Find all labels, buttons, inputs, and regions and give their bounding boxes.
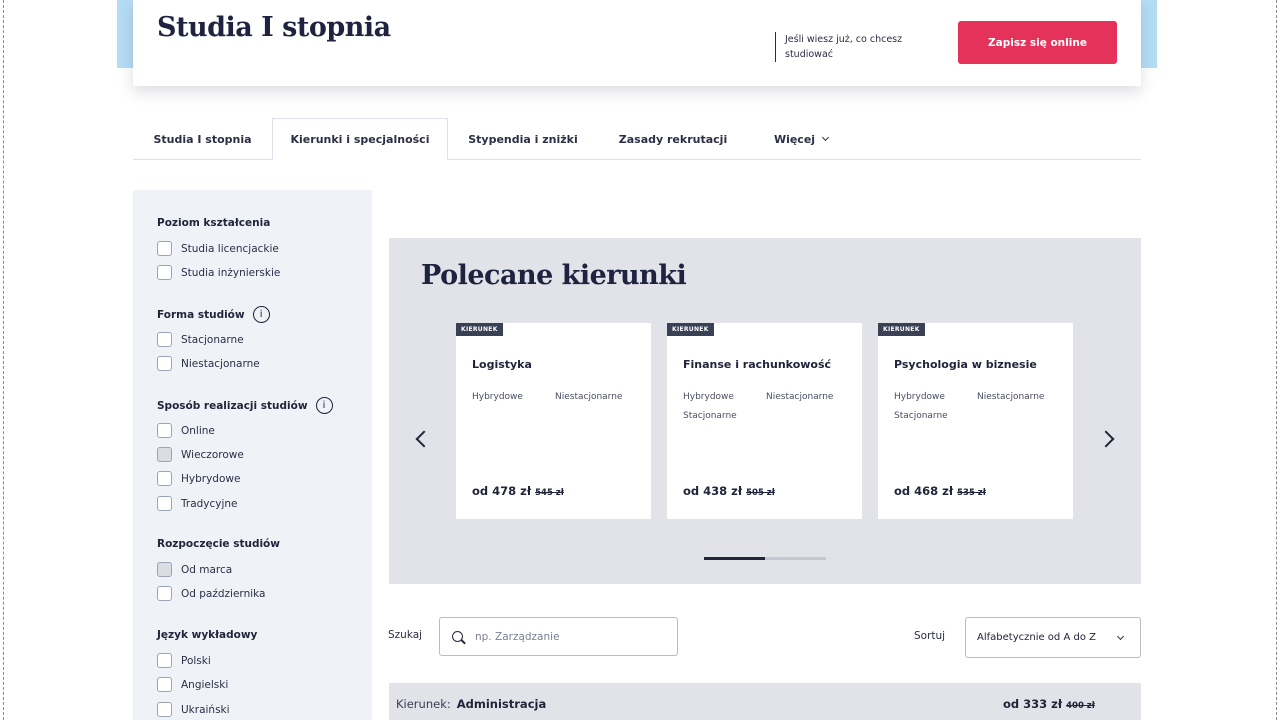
card-tag: Hybrydowe xyxy=(683,392,734,402)
signup-online-button[interactable]: Zapisz się online xyxy=(958,21,1117,64)
checkbox[interactable] xyxy=(157,447,172,462)
checkbox[interactable] xyxy=(157,702,172,717)
row-label: Kierunek: xyxy=(396,697,451,711)
carousel-progress-fill xyxy=(704,557,765,560)
filter-heading-language: Język wykładowy xyxy=(157,629,258,641)
tab-kierunki-i-specjalnosci[interactable]: Kierunki i specjalności xyxy=(272,118,448,160)
card-price: od 468 zł 535 zł xyxy=(894,484,986,498)
card-badge: KIERUNEK xyxy=(878,323,925,336)
filter-option-od-marca[interactable]: Od marca xyxy=(157,562,232,577)
filter-heading-start: Rozpoczęcie studiów xyxy=(157,538,280,550)
sort-label: Sortuj xyxy=(914,630,946,642)
filter-option-tradycyjne[interactable]: Tradycyjne xyxy=(157,496,238,511)
checkbox[interactable] xyxy=(157,653,172,668)
row-course-name: Administracja xyxy=(456,697,547,711)
checkbox[interactable] xyxy=(157,265,172,280)
filter-option-niestacjonarne[interactable]: Niestacjonarne xyxy=(157,356,260,371)
featured-title: Polecane kierunki xyxy=(421,260,687,291)
filter-option-polski[interactable]: Polski xyxy=(157,653,211,668)
filter-option-ukrainski[interactable]: Ukraiński xyxy=(157,702,230,717)
filter-heading-level: Poziom kształcenia xyxy=(157,217,271,229)
checkbox[interactable] xyxy=(157,496,172,511)
card-old-price: 535 zł xyxy=(957,488,986,498)
info-icon[interactable]: i xyxy=(252,306,270,323)
checkbox[interactable] xyxy=(157,241,172,256)
card-tag: Niestacjonarne xyxy=(977,392,1045,402)
card-tag: Stacjonarne xyxy=(683,411,737,421)
search-field[interactable] xyxy=(439,617,678,656)
filter-option-wieczorowe[interactable]: Wieczorowe xyxy=(157,447,244,462)
checkbox[interactable] xyxy=(157,677,172,692)
chevron-down-icon xyxy=(822,133,830,141)
chevron-down-icon xyxy=(1116,632,1125,641)
card-price: od 438 zł 505 zł xyxy=(683,484,775,498)
info-icon[interactable]: i xyxy=(315,397,333,414)
filter-option-stacjonarne[interactable]: Stacjonarne xyxy=(157,332,244,347)
frame-border-left xyxy=(3,0,4,720)
course-list-row[interactable]: Kierunek: Administracja od 333 zł 400 zł xyxy=(389,683,1141,720)
tab-stypendia-i-znizki[interactable]: Stypendia i zniżki xyxy=(448,118,598,160)
course-card-logistyka[interactable]: KIERUNEK Logistyka Hybrydowe Niestacjona… xyxy=(456,323,651,519)
page-title: Studia I stopnia xyxy=(157,12,391,43)
filter-option-online[interactable]: Online xyxy=(157,423,215,438)
card-name: Psychologia w biznesie xyxy=(894,358,1037,371)
tab-wiecej[interactable]: Więcej xyxy=(748,118,854,160)
checkbox[interactable] xyxy=(157,356,172,371)
card-tag: Niestacjonarne xyxy=(555,392,623,402)
frame-border-right xyxy=(1276,0,1277,720)
page-header: Studia I stopnia Jeśli wiesz już, co chc… xyxy=(133,0,1141,86)
row-price: od 333 zł 400 zł xyxy=(1003,697,1095,711)
course-card-finanse[interactable]: KIERUNEK Finanse i rachunkowość Hybrydow… xyxy=(667,323,862,519)
course-card-psychologia[interactable]: KIERUNEK Psychologia w biznesie Hybrydow… xyxy=(878,323,1073,519)
featured-courses-carousel: Polecane kierunki KIERUNEK Logistyka Hyb… xyxy=(389,238,1141,584)
search-label: Szukaj xyxy=(388,629,423,641)
section-tabs: Studia I stopnia Kierunki i specjalności… xyxy=(133,118,1141,160)
search-icon xyxy=(452,631,463,642)
filter-option-inzynierskie[interactable]: Studia inżynierskie xyxy=(157,265,280,280)
row-old-price: 400 zł xyxy=(1066,701,1095,711)
card-tag: Stacjonarne xyxy=(894,411,948,421)
header-hint: Jeśli wiesz już, co chcesz studiować xyxy=(775,32,925,62)
tab-zasady-rekrutacji[interactable]: Zasady rekrutacji xyxy=(598,118,748,160)
tab-studia-i-stopnia[interactable]: Studia I stopnia xyxy=(133,118,272,160)
sort-select[interactable]: Alfabetycznie od A do Z xyxy=(965,617,1141,658)
card-price: od 478 zł 545 zł xyxy=(472,484,564,498)
card-old-price: 545 zł xyxy=(535,488,564,498)
checkbox[interactable] xyxy=(157,586,172,601)
card-old-price: 505 zł xyxy=(746,488,775,498)
filter-option-hybrydowe[interactable]: Hybrydowe xyxy=(157,471,240,486)
card-tag: Hybrydowe xyxy=(472,392,523,402)
card-badge: KIERUNEK xyxy=(456,323,503,336)
card-tag: Hybrydowe xyxy=(894,392,945,402)
checkbox[interactable] xyxy=(157,423,172,438)
chevron-right-icon[interactable] xyxy=(1097,430,1115,448)
checkbox[interactable] xyxy=(157,471,172,486)
checkbox[interactable] xyxy=(157,562,172,577)
card-badge: KIERUNEK xyxy=(667,323,714,336)
checkbox[interactable] xyxy=(157,332,172,347)
card-name: Logistyka xyxy=(472,358,532,371)
filter-sidebar: Poziom kształcenia Studia licencjackie S… xyxy=(133,190,372,720)
filter-heading-form: Forma studiów i xyxy=(157,306,270,323)
search-input[interactable] xyxy=(475,630,655,643)
card-name: Finanse i rachunkowość xyxy=(683,358,832,371)
carousel-progress[interactable] xyxy=(704,557,826,560)
filter-option-od-pazdziernika[interactable]: Od października xyxy=(157,586,265,601)
filter-heading-mode: Sposób realizacji studiów i xyxy=(157,397,333,414)
chevron-left-icon[interactable] xyxy=(415,430,433,448)
card-tag: Niestacjonarne xyxy=(766,392,834,402)
filter-option-licencjackie[interactable]: Studia licencjackie xyxy=(157,241,279,256)
filter-option-angielski[interactable]: Angielski xyxy=(157,677,228,692)
